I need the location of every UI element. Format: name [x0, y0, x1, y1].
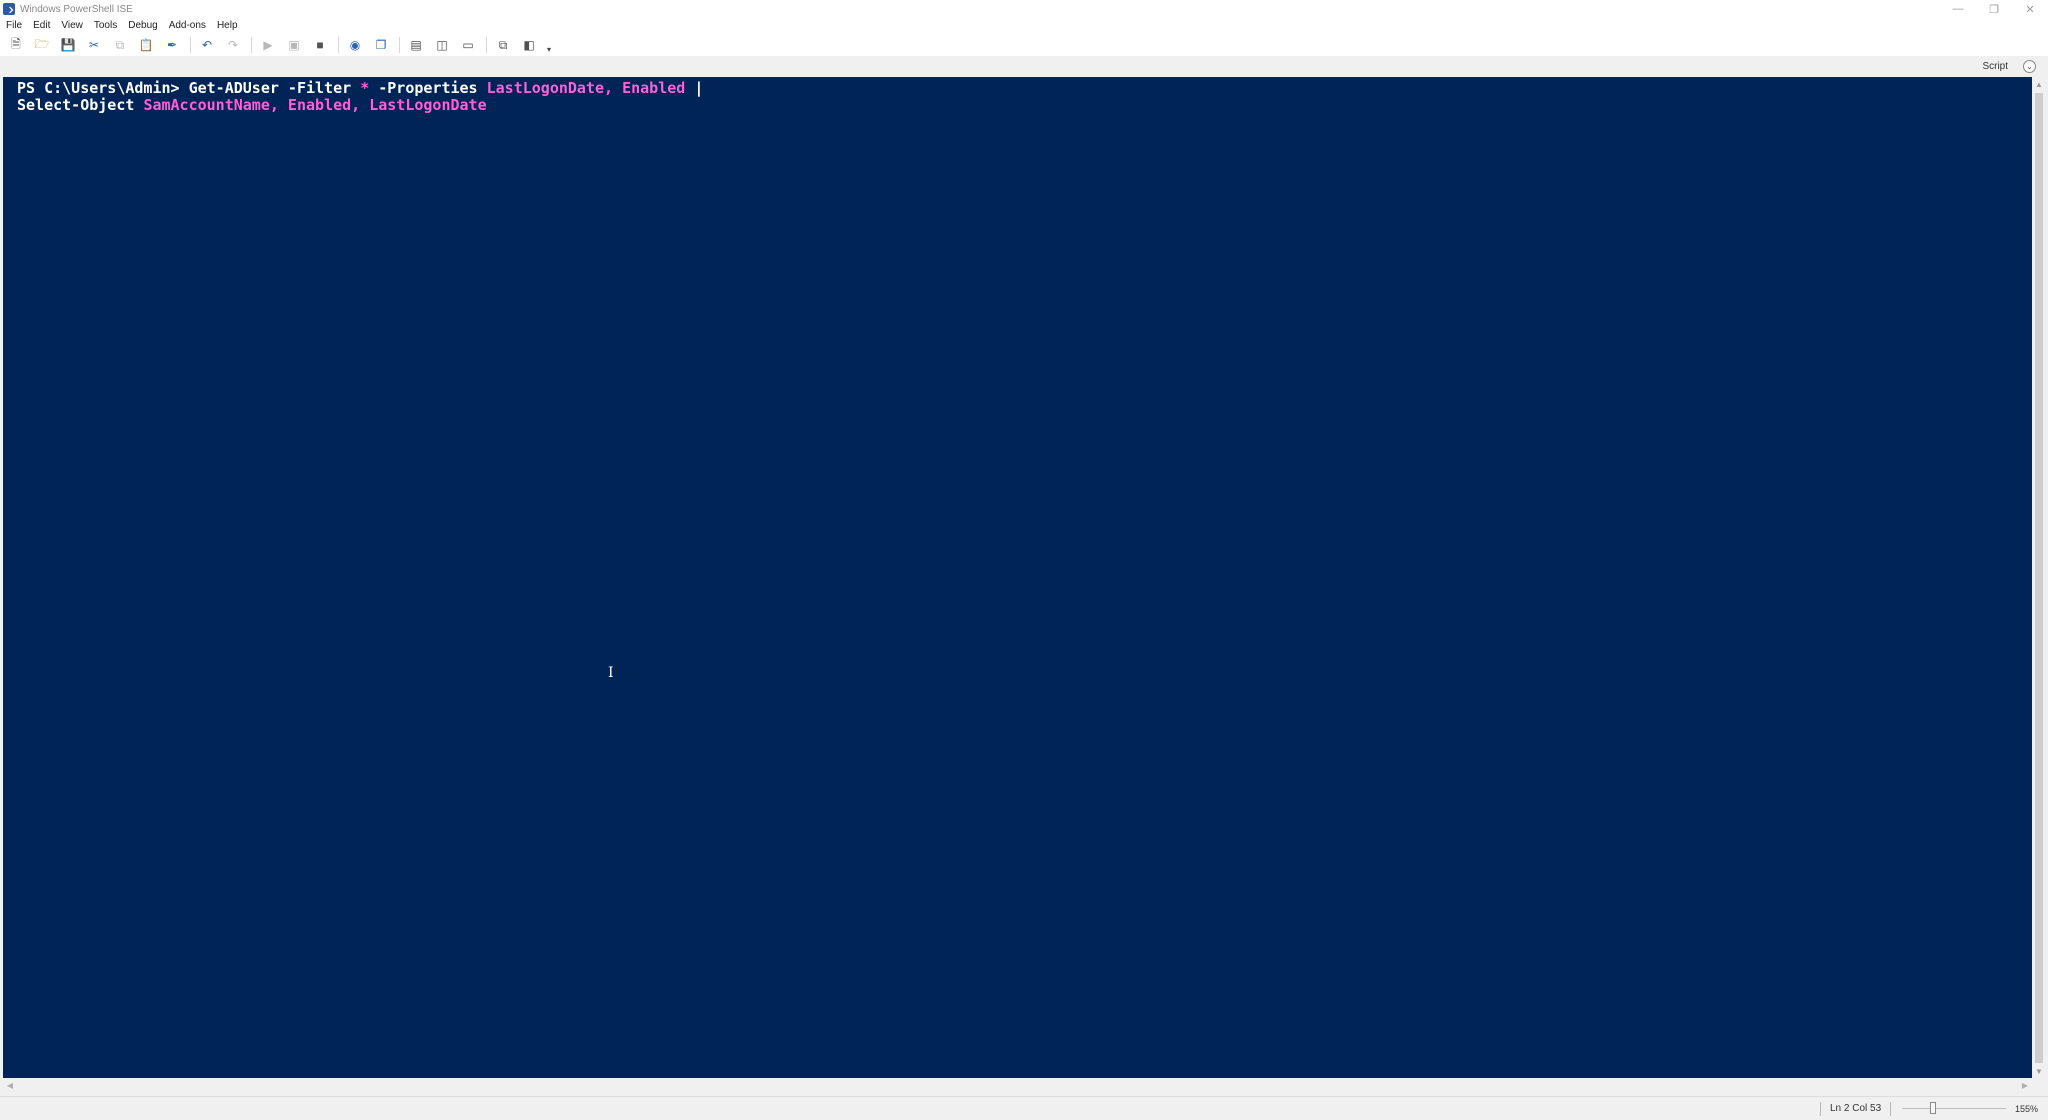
open-icon[interactable]: 🗁 [32, 36, 52, 54]
save-icon[interactable]: 💾 [58, 36, 78, 54]
run-selection-icon[interactable]: ▣ [284, 36, 304, 54]
script-pane-bar: Script ⌄ [0, 56, 2048, 77]
undo-icon[interactable]: ↶ [197, 36, 217, 54]
new-script-icon[interactable]: 🗎 [6, 36, 26, 54]
parameter-properties: -Properties [369, 79, 487, 97]
scrollbar-thumb[interactable] [2035, 93, 2043, 1063]
menu-bar: File Edit View Tools Debug Add-ons Help [0, 18, 2048, 34]
show-script-right-icon[interactable]: ◫ [432, 36, 452, 54]
mouse-ibeam-cursor: I [608, 665, 614, 681]
title-bar: Windows PowerShell ISE — ❐ ✕ [0, 0, 2048, 18]
cursor-position: Ln 2 Col 53 [1830, 1103, 1882, 1114]
show-script-maximized-icon[interactable]: ▭ [458, 36, 478, 54]
paste-icon[interactable]: 📋 [136, 36, 156, 54]
powershell-ise-icon [3, 3, 15, 15]
script-label[interactable]: Script [1982, 61, 2008, 72]
vertical-scrollbar[interactable]: ▲ ▼ [2032, 77, 2046, 1078]
chevron-down-icon[interactable]: ⌄ [2023, 60, 2036, 73]
clear-console-icon[interactable]: ✒ [162, 36, 182, 54]
prompt-text: PS C:\Users\Admin> [17, 79, 189, 97]
status-separator [1890, 1102, 1891, 1116]
show-command-window-icon[interactable]: ⧉ [493, 36, 513, 54]
toolbar-separator [399, 37, 400, 53]
console-line-2: Select-Object SamAccountName, Enabled, L… [17, 96, 487, 114]
scroll-down-icon[interactable]: ▼ [2032, 1064, 2046, 1078]
menu-file[interactable]: File [6, 18, 22, 34]
console-output: PS C:\Users\Admin> Get-ADUser -Filter * … [17, 80, 703, 113]
stop-icon[interactable]: ■ [310, 36, 330, 54]
menu-edit[interactable]: Edit [33, 18, 50, 34]
pipe-operator: | [685, 79, 704, 97]
show-command-addon-icon[interactable]: ◧ [519, 36, 539, 54]
cmdlet-name: Select-Object [17, 95, 144, 114]
menu-help[interactable]: Help [217, 18, 238, 34]
restore-button[interactable]: ❐ [1976, 0, 2012, 18]
scroll-left-icon[interactable]: ◀ [3, 1078, 17, 1092]
toolbar-separator [338, 37, 339, 53]
run-script-icon[interactable]: ▶ [258, 36, 278, 54]
filter-wildcard: * [360, 79, 370, 97]
toolbar-separator [190, 37, 191, 53]
zoom-slider-thumb[interactable] [1930, 1102, 1937, 1114]
copy-icon[interactable]: ⧉ [110, 36, 130, 54]
status-separator [1820, 1102, 1821, 1116]
status-bar: Ln 2 Col 53 155% [0, 1096, 2048, 1120]
toolbar-separator [251, 37, 252, 53]
cut-icon[interactable]: ✂ [84, 36, 104, 54]
zoom-slider-track[interactable] [1902, 1108, 2006, 1109]
show-script-top-icon[interactable]: ▤ [406, 36, 426, 54]
window-controls: — ❐ ✕ [1940, 0, 2048, 18]
toolbar-overflow-icon[interactable]: ▾ [547, 45, 551, 54]
cmdlet-name: Get-ADUser [188, 79, 279, 97]
scroll-up-icon[interactable]: ▲ [2032, 77, 2046, 91]
close-button[interactable]: ✕ [2012, 0, 2048, 18]
minimize-button[interactable]: — [1940, 0, 1976, 18]
toolbar-separator [486, 37, 487, 53]
toolbar: 🗎 🗁 💾 ✂ ⧉ 📋 ✒ ↶ ↷ ▶ ▣ ■ ◉ ❐ ▤ ◫ ▭ ⧉ ◧ ▾ [0, 34, 2048, 56]
redo-icon[interactable]: ↷ [223, 36, 243, 54]
select-arguments: SamAccountName, Enabled, LastLogonDate [143, 95, 487, 114]
console-line-1: PS C:\Users\Admin> Get-ADUser -Filter * … [17, 79, 703, 97]
menu-view[interactable]: View [61, 18, 83, 34]
remote-powershell-icon[interactable]: ◉ [345, 36, 365, 54]
window-title: Windows PowerShell ISE [20, 3, 133, 15]
console-pane[interactable]: PS C:\Users\Admin> Get-ADUser -Filter * … [3, 77, 2032, 1078]
parameter-filter: -Filter [278, 79, 361, 97]
menu-debug[interactable]: Debug [128, 18, 157, 34]
horizontal-scrollbar[interactable]: ◀ ▶ [3, 1078, 2032, 1092]
start-powershell-icon[interactable]: ❐ [371, 36, 391, 54]
menu-add-ons[interactable]: Add-ons [169, 18, 206, 34]
scroll-right-icon[interactable]: ▶ [2018, 1078, 2032, 1092]
properties-arguments: LastLogonDate, Enabled [486, 79, 686, 97]
menu-tools[interactable]: Tools [94, 18, 117, 34]
zoom-level: 155% [2015, 1104, 2039, 1114]
